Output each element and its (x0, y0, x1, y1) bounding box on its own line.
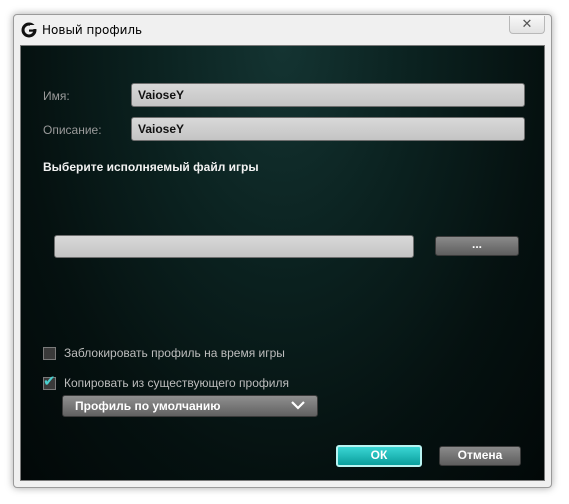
close-icon: ✕ (521, 17, 533, 32)
source-profile-value: Профиль по умолчанию (75, 399, 221, 413)
chevron-down-icon (291, 401, 305, 410)
name-label: Имя: (43, 89, 70, 103)
description-field[interactable]: VaioseY (131, 117, 525, 141)
copy-profile-option[interactable]: ✔ Копировать из существующего профиля (43, 371, 289, 390)
ok-button[interactable]: ОК (336, 445, 422, 467)
description-label: Описание: (43, 123, 102, 137)
name-field[interactable]: VaioseY (131, 83, 525, 107)
title-bar[interactable]: Новый профиль ✕ (14, 15, 551, 45)
copy-profile-label: Копировать из существующего профиля (64, 376, 289, 390)
logitech-g-icon (21, 22, 37, 38)
close-button[interactable]: ✕ (509, 16, 545, 34)
dialog-content: Имя: VaioseY Описание: VaioseY Выберите … (20, 45, 545, 481)
copy-profile-checkbox[interactable]: ✔ (43, 371, 56, 390)
browse-button[interactable]: ... (435, 236, 519, 256)
window-title: Новый профиль (42, 23, 143, 37)
exe-section-title: Выберите исполняемый файл игры (43, 160, 259, 174)
cancel-button[interactable]: Отмена (439, 446, 521, 466)
lock-profile-checkbox[interactable] (43, 346, 56, 360)
lock-profile-label: Заблокировать профиль на время игры (64, 346, 285, 360)
check-icon: ✔ (43, 371, 56, 390)
new-profile-dialog: Новый профиль ✕ Имя: VaioseY Описание: V… (13, 14, 552, 488)
source-profile-select[interactable]: Профиль по умолчанию (62, 395, 318, 417)
exe-path-field[interactable] (54, 235, 414, 258)
lock-profile-option[interactable]: Заблокировать профиль на время игры (43, 346, 285, 360)
